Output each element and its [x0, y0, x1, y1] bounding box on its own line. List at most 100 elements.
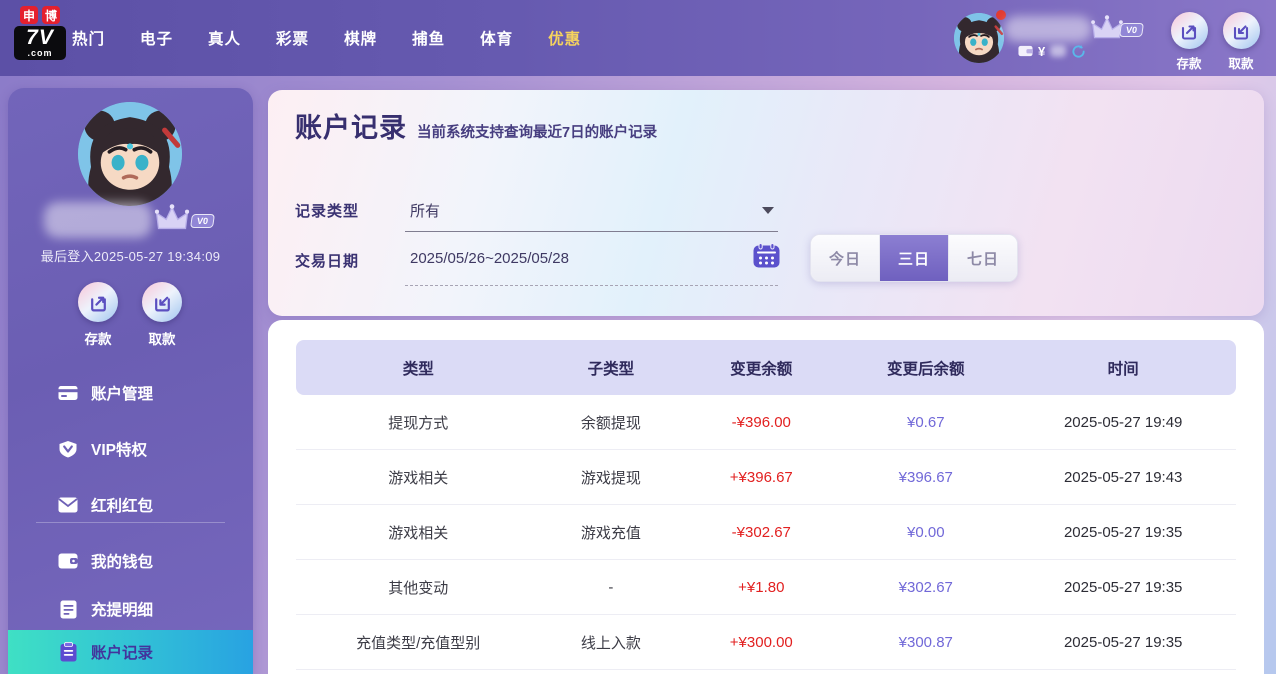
table-row: 游戏相关 游戏充值 -¥302.67 ¥0.00 2025-05-27 19:3… — [296, 505, 1236, 560]
sidebar-deposit-button[interactable]: 存款 — [76, 282, 120, 348]
cell-subtype: 线上入款 — [580, 634, 641, 652]
bank-card-icon — [58, 383, 78, 403]
cell-type: 游戏相关 — [388, 524, 449, 542]
balance-redacted — [1050, 45, 1067, 57]
nav-item-sports[interactable]: 体育 — [480, 27, 513, 49]
statement-icon — [58, 599, 78, 619]
nav-item-lottery[interactable]: 彩票 — [276, 27, 309, 49]
cell-subtype: 游戏充值 — [580, 524, 641, 542]
sidebar-avatar — [78, 102, 182, 206]
cell-change: -¥302.67 — [731, 523, 791, 541]
red-packet-icon — [58, 495, 78, 515]
sidebar-username-redacted — [44, 202, 152, 238]
brand-badge-left: 申 — [20, 6, 38, 24]
record-type-select[interactable]: 所有 — [410, 200, 440, 221]
cell-balance: ¥0.67 — [907, 413, 945, 431]
chevron-down-icon[interactable] — [762, 207, 774, 214]
table-row: 充值类型/充值型别 线上入款 +¥300.00 ¥300.87 2025-05-… — [296, 615, 1236, 670]
date-range-input[interactable]: 2025/05/26~2025/05/28 — [410, 250, 569, 267]
vip-shield-icon — [58, 439, 78, 459]
refresh-icon[interactable] — [1071, 44, 1086, 59]
top-navbar: 申 博 7V .com 热门 电子 真人 彩票 棋牌 捕鱼 体育 优惠 V0 ¥… — [0, 0, 1276, 76]
avatar-illustration — [954, 13, 1004, 63]
table-body: 提现方式 余额提现 -¥396.00 ¥0.67 2025-05-27 19:4… — [296, 395, 1236, 670]
cell-time: 2025-05-27 19:35 — [1063, 633, 1183, 651]
nav-item-live[interactable]: 真人 — [208, 27, 241, 49]
sidebar: V0 最后登入2025-05-27 19:34:09 存款 取款 账户管理 VI… — [8, 88, 253, 674]
date-range-label: 交易日期 — [295, 253, 360, 270]
cell-type: 其他变动 — [388, 579, 449, 597]
withdraw-button[interactable]: 取款 — [1221, 12, 1261, 72]
col-change: 变更余额 — [730, 360, 793, 378]
avatar-illustration — [78, 102, 182, 206]
currency-symbol: ¥ — [1038, 43, 1046, 59]
vip-level-badge: V0 — [1119, 23, 1144, 37]
sidebar-item-vip[interactable]: VIP特权 — [8, 431, 253, 467]
cell-subtype: 余额提现 — [580, 414, 641, 432]
wallet-icon — [58, 551, 78, 571]
last-login-text: 最后登入2025-05-27 19:34:09 — [40, 249, 221, 264]
calendar-icon[interactable] — [753, 243, 780, 268]
deposit-label: 存款 — [1176, 57, 1202, 71]
main-nav: 热门 电子 真人 彩票 棋牌 捕鱼 体育 优惠 — [72, 0, 581, 76]
sidebar-item-my-wallet[interactable]: 我的钱包 — [8, 543, 253, 579]
panel-title-row: 账户记录 当前系统支持查询最近7日的账户记录 — [295, 106, 657, 145]
sidebar-item-label: 充提明细 — [91, 602, 154, 619]
sidebar-divider — [36, 522, 225, 523]
sidebar-item-label: 我的钱包 — [91, 554, 154, 571]
col-time: 时间 — [1107, 360, 1139, 378]
brand-logo[interactable]: 申 博 7V .com — [14, 6, 66, 60]
cell-time: 2025-05-27 19:35 — [1063, 578, 1183, 596]
cell-time: 2025-05-27 19:35 — [1063, 523, 1183, 541]
vip-level-badge: V0 — [190, 214, 215, 228]
user-avatar[interactable] — [954, 13, 1004, 63]
quick-range-toggle-group: 今日 三日 七日 — [810, 234, 1018, 282]
table-row: 其他变动 - +¥1.80 ¥302.67 2025-05-27 19:35 — [296, 560, 1236, 615]
nav-item-hot[interactable]: 热门 — [72, 27, 105, 49]
filter-panel: 账户记录 当前系统支持查询最近7日的账户记录 记录类型 所有 交易日期 2025… — [268, 90, 1264, 316]
sidebar-withdraw-button[interactable]: 取款 — [140, 282, 184, 348]
sidebar-item-label: 账户管理 — [91, 386, 154, 403]
cell-type: 充值类型/充值型别 — [356, 634, 481, 652]
wallet-icon — [1018, 45, 1033, 57]
sidebar-item-transaction-details[interactable]: 充提明细 — [8, 591, 253, 627]
sidebar-item-label: 红利红包 — [91, 498, 154, 515]
table-header: 类型 子类型 变更余额 变更后余额 时间 — [296, 340, 1236, 395]
brand-badge-right: 博 — [42, 6, 60, 24]
col-balance: 变更后余额 — [887, 360, 965, 378]
notification-dot — [996, 10, 1006, 20]
cell-subtype: 游戏提现 — [580, 469, 641, 487]
col-type: 类型 — [402, 360, 434, 378]
records-table-panel: 类型 子类型 变更余额 变更后余额 时间 提现方式 余额提现 -¥396.00 … — [268, 320, 1264, 674]
deposit-icon — [78, 282, 118, 322]
cell-balance: ¥0.00 — [907, 523, 945, 541]
toggle-three-days[interactable]: 三日 — [879, 235, 948, 281]
nav-item-fishing[interactable]: 捕鱼 — [412, 27, 445, 49]
sidebar-item-account-management[interactable]: 账户管理 — [8, 375, 253, 411]
nav-item-board[interactable]: 棋牌 — [344, 27, 377, 49]
brand-suffix: .com — [27, 48, 53, 58]
cell-time: 2025-05-27 19:49 — [1063, 413, 1183, 431]
cell-type: 提现方式 — [388, 414, 449, 432]
nav-item-promo[interactable]: 优惠 — [548, 27, 581, 49]
deposit-label: 存款 — [84, 332, 112, 347]
cell-change: -¥396.00 — [731, 413, 791, 431]
cell-change: +¥1.80 — [738, 578, 785, 596]
clipboard-icon — [58, 642, 78, 662]
cell-time: 2025-05-27 19:43 — [1063, 468, 1183, 486]
cell-balance: ¥396.67 — [898, 468, 953, 486]
cell-balance: ¥300.87 — [898, 633, 953, 651]
record-type-label: 记录类型 — [295, 203, 360, 220]
deposit-button[interactable]: 存款 — [1169, 12, 1209, 72]
toggle-seven-days[interactable]: 七日 — [948, 235, 1017, 281]
record-type-underline — [405, 231, 778, 232]
balance-row: ¥ — [1018, 43, 1086, 59]
nav-item-slots[interactable]: 电子 — [140, 27, 173, 49]
withdraw-label: 取款 — [1228, 57, 1254, 71]
withdraw-label: 取款 — [148, 332, 176, 347]
sidebar-item-account-records[interactable]: 账户记录 — [8, 630, 253, 674]
sidebar-item-bonus[interactable]: 红利红包 — [8, 487, 253, 523]
username-redacted — [1004, 16, 1092, 42]
toggle-today[interactable]: 今日 — [811, 235, 879, 281]
sidebar-item-label: 账户记录 — [91, 645, 154, 662]
